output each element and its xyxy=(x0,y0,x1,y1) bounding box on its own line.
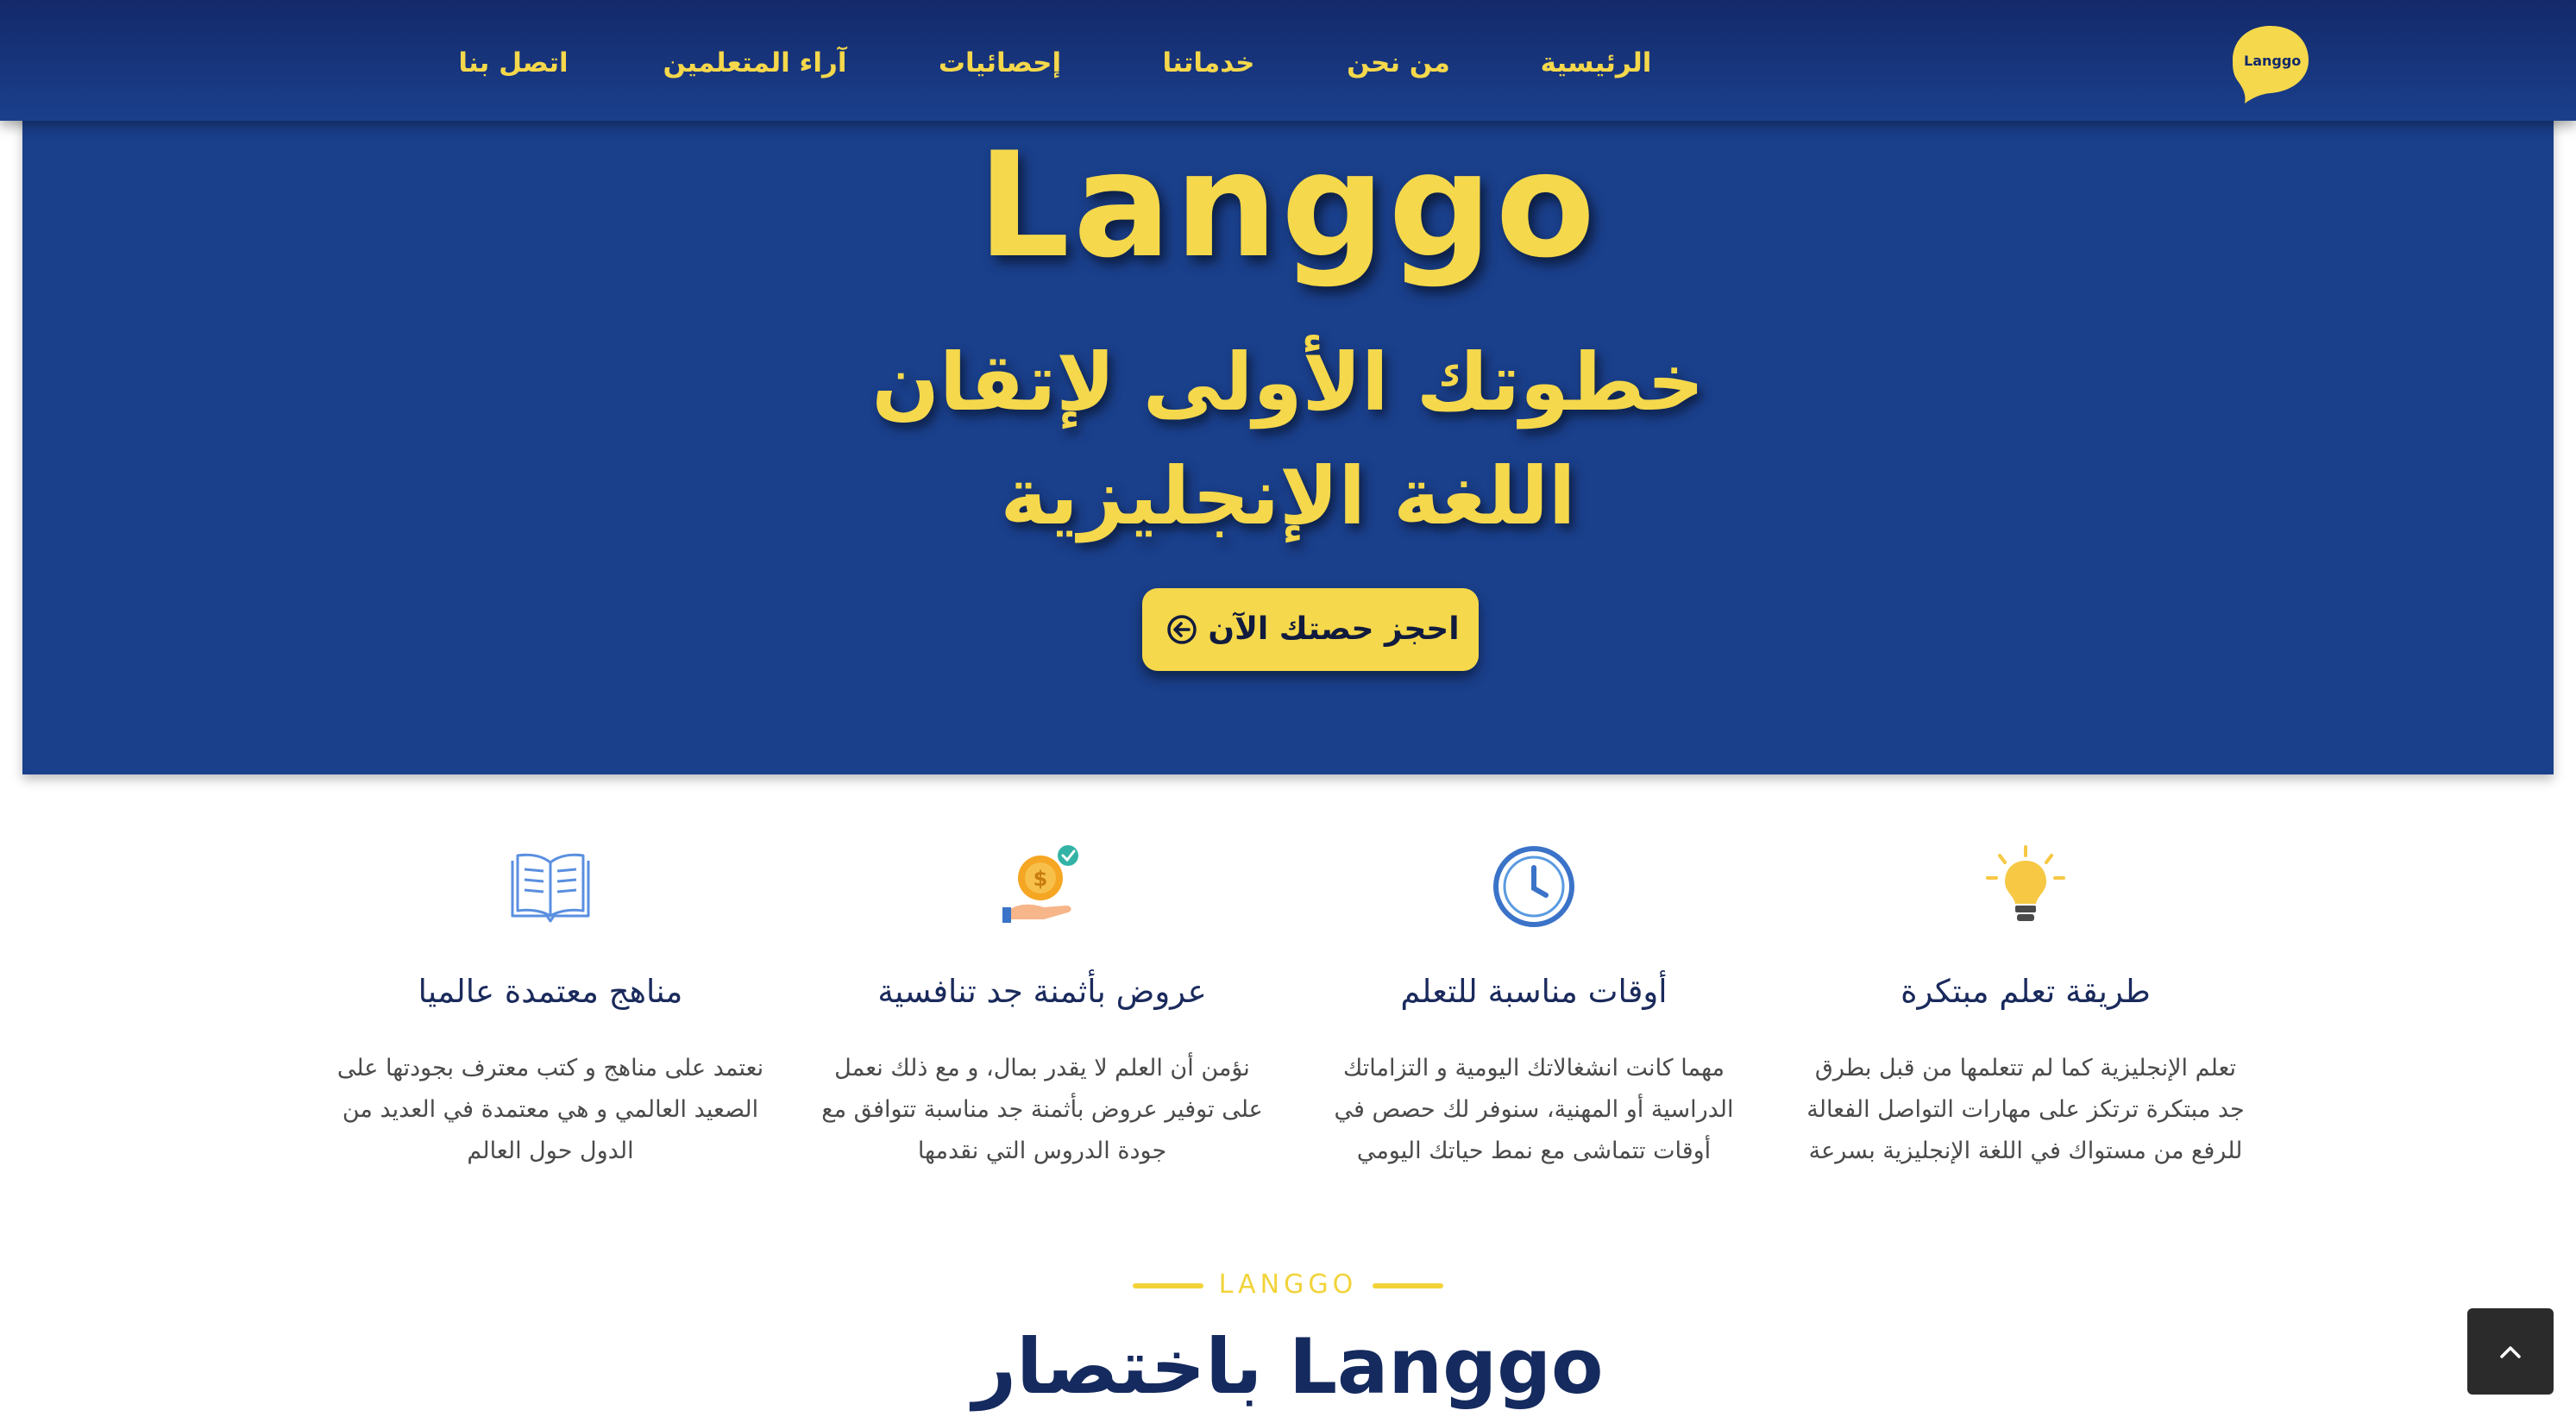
arrow-left-circle-icon xyxy=(1167,615,1197,644)
feature-description: مهما كانت انشغالاتك اليومية و التزاماتك … xyxy=(1334,1055,1734,1164)
feature-description: تعلم الإنجليزية كما لم تتعلمها من قبل بط… xyxy=(1806,1055,2245,1164)
top-navbar: Langgo الرئيسية من نحن خدماتنا إحصائيات … xyxy=(0,0,2576,121)
hero-title: Langgo xyxy=(977,121,1599,290)
nav-home[interactable]: الرئيسية xyxy=(1527,0,1665,121)
nav-contact[interactable]: اتصل بنا xyxy=(457,0,569,121)
chevron-up-icon xyxy=(2500,1346,2521,1358)
book-session-button[interactable]: احجز حصتك الآن xyxy=(1142,588,1479,671)
svg-text:$: $ xyxy=(1034,867,1048,891)
nav-services[interactable]: خدماتنا xyxy=(1153,0,1265,121)
lightbulb-icon xyxy=(1986,845,2065,921)
open-book-icon xyxy=(511,853,590,923)
coin-hand-icon: $ xyxy=(1002,845,1078,923)
feature-flexible-times: أوقات مناسبة للتعلم مهما كانت انشغالاتك … xyxy=(1310,837,1758,1182)
feature-title: أوقات مناسبة للتعلم xyxy=(1400,973,1668,1010)
feature-innovative-method: طريقة تعلم مبتكرة تعلم الإنجليزية كما لم… xyxy=(1801,837,2250,1182)
feature-certified-curricula: مناهج معتمدة عالميا نعتمد على مناهج و كت… xyxy=(326,837,775,1182)
nav-testimonials[interactable]: آراء المتعلمين xyxy=(656,0,854,121)
section-eyebrow: LANGGO xyxy=(1133,1266,1443,1304)
logo-text: Langgo xyxy=(2244,53,2302,69)
nav-statistics[interactable]: إحصائيات xyxy=(935,0,1065,121)
back-to-top-button[interactable] xyxy=(2467,1308,2554,1395)
nav-about[interactable]: من نحن xyxy=(1342,0,1454,121)
eyebrow-divider xyxy=(1373,1283,1443,1288)
hero-subtitle: خطوتك الأولى لإتقان اللغة الإنجليزية xyxy=(871,336,1705,542)
eyebrow-divider xyxy=(1133,1283,1203,1288)
section-title: Langgo باختصار xyxy=(972,1322,1604,1411)
feature-title: مناهج معتمدة عالميا xyxy=(418,973,683,1010)
feature-title: عروض بأثمنة جد تنافسية xyxy=(877,973,1207,1010)
feature-title: طريقة تعلم مبتكرة xyxy=(1901,973,2151,1010)
eyebrow-text: LANGGO xyxy=(1218,1269,1358,1300)
clock-icon xyxy=(1493,846,1574,927)
book-session-label: احجز حصتك الآن xyxy=(1208,611,1460,647)
feature-description: نؤمن أن العلم لا يقدر بمال، و مع ذلك نعم… xyxy=(821,1055,1263,1164)
feature-competitive-prices: $ عروض بأثمنة جد تنافسية نؤمن أن العلم ل… xyxy=(818,837,1266,1182)
feature-description: نعتمد على مناهج و كتب معترف بجودتها على … xyxy=(336,1055,764,1164)
